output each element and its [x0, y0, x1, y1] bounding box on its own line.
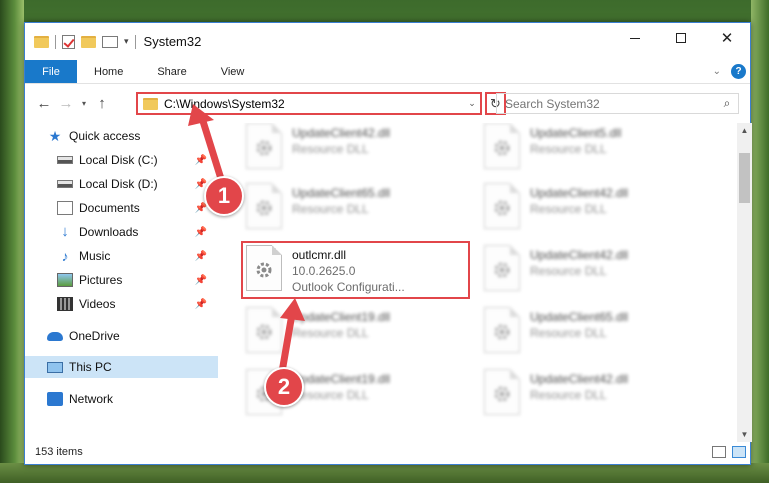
arrow-2-head [280, 298, 305, 321]
arrow-2-shaft [278, 310, 296, 376]
arrow-1-shaft [198, 114, 226, 186]
callout-badge-2: 2 [264, 367, 304, 407]
arrow-1-head [188, 104, 214, 126]
callout-arrows [188, 104, 305, 376]
callout-badge-1: 1 [204, 176, 244, 216]
